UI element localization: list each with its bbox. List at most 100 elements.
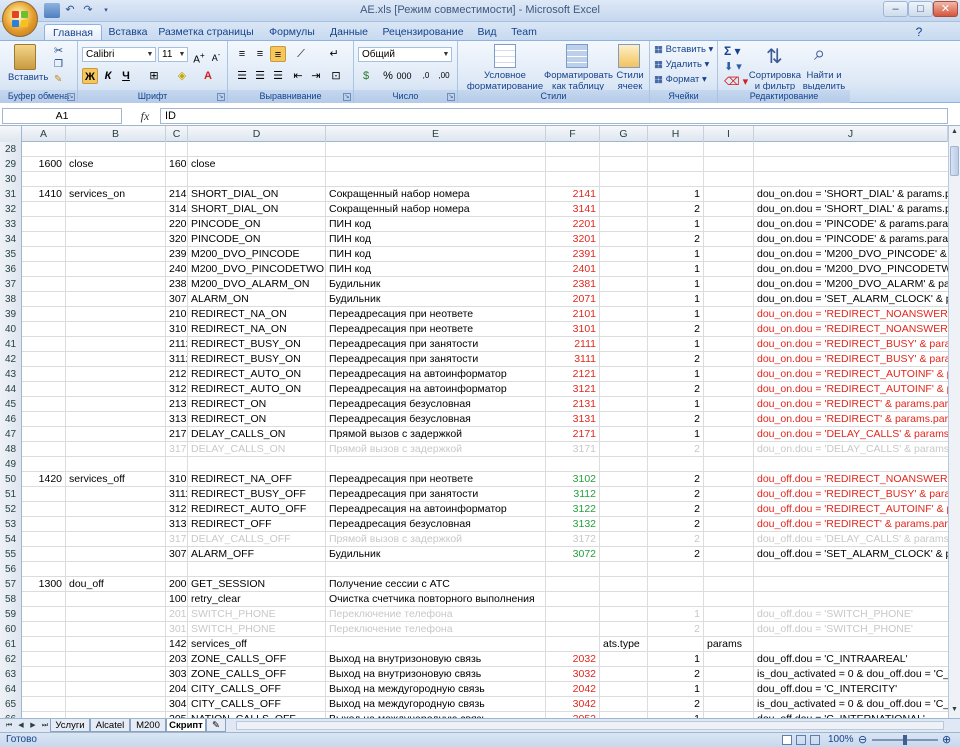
cell-h51[interactable]: 2 (648, 487, 704, 502)
cell-g28[interactable] (600, 142, 648, 157)
cell-a65[interactable] (22, 697, 66, 712)
cell-d61[interactable]: services_off (188, 637, 326, 652)
cell-h33[interactable]: 1 (648, 217, 704, 232)
cell-d64[interactable]: CITY_CALLS_OFF (188, 682, 326, 697)
cell-a36[interactable] (22, 262, 66, 277)
cell-f60[interactable] (546, 622, 600, 637)
cell-d60[interactable]: SWITCH_PHONE (188, 622, 326, 637)
cell-e38[interactable]: Будильник (326, 292, 546, 307)
cell-c59[interactable]: 2010 (166, 607, 188, 622)
cell-h50[interactable]: 2 (648, 472, 704, 487)
copy-icon[interactable]: ❐ (54, 59, 63, 70)
cell-i62[interactable] (704, 652, 754, 667)
cell-h53[interactable]: 2 (648, 517, 704, 532)
cell-j56[interactable] (754, 562, 948, 577)
tab-view[interactable]: Вид (470, 24, 504, 40)
cell-a45[interactable] (22, 397, 66, 412)
cell-c44[interactable]: 3122 (166, 382, 188, 397)
tab-review[interactable]: Рецензирование (376, 24, 470, 40)
cell-b50[interactable]: services_off (66, 472, 166, 487)
cell-d43[interactable]: REDIRECT_AUTO_ON (188, 367, 326, 382)
cell-e58[interactable]: Очистка счетчика повторного выполнения (326, 592, 546, 607)
column-header-b[interactable]: B (66, 126, 166, 142)
cell-j49[interactable] (754, 457, 948, 472)
cell-e41[interactable]: Переадресация при занятости (326, 337, 546, 352)
cell-e50[interactable]: Переадресация при неответе (326, 472, 546, 487)
cell-c28[interactable] (166, 142, 188, 157)
zoom-slider-thumb[interactable] (903, 735, 907, 745)
cell-f64[interactable]: 2042 (546, 682, 600, 697)
cell-g37[interactable] (600, 277, 648, 292)
cell-a53[interactable] (22, 517, 66, 532)
cell-c33[interactable]: 2202 (166, 217, 188, 232)
column-header-i[interactable]: I (704, 126, 754, 142)
cell-d31[interactable]: SHORT_DIAL_ON (188, 187, 326, 202)
cell-i64[interactable] (704, 682, 754, 697)
cell-e60[interactable]: Переключение телефона (326, 622, 546, 637)
cell-e30[interactable] (326, 172, 546, 187)
cell-f50[interactable]: 3102 (546, 472, 600, 487)
cell-a30[interactable] (22, 172, 66, 187)
cell-d45[interactable]: REDIRECT_ON (188, 397, 326, 412)
cell-j50[interactable]: dou_off.dou = 'REDIRECT_NOANSWER' & p (754, 472, 948, 487)
cell-f53[interactable]: 3132 (546, 517, 600, 532)
cell-j36[interactable]: dou_on.dou = 'M200_DVO_PINCODETWO' (754, 262, 948, 277)
cell-h38[interactable]: 1 (648, 292, 704, 307)
sheet-tab-uslugi[interactable]: Услуги (50, 719, 90, 732)
cell-i52[interactable] (704, 502, 754, 517)
cell-e46[interactable]: Переадресация безусловная (326, 412, 546, 427)
column-header-h[interactable]: H (648, 126, 704, 142)
cell-h36[interactable]: 1 (648, 262, 704, 277)
cell-c39[interactable]: 2102 (166, 307, 188, 322)
cell-a38[interactable] (22, 292, 66, 307)
cell-i34[interactable] (704, 232, 754, 247)
cell-j42[interactable]: dou_on.dou = 'REDIRECT_BUSY' & params.p (754, 352, 948, 367)
cell-c42[interactable]: 3112 (166, 352, 188, 367)
cell-f39[interactable]: 2101 (546, 307, 600, 322)
cell-e62[interactable]: Выход на внутризоновую связь (326, 652, 546, 667)
borders-icon[interactable]: ⊞ (146, 68, 162, 84)
column-header-d[interactable]: D (188, 126, 326, 142)
cell-f34[interactable]: 3201 (546, 232, 600, 247)
cell-g56[interactable] (600, 562, 648, 577)
cell-a40[interactable] (22, 322, 66, 337)
cell-f63[interactable]: 3032 (546, 667, 600, 682)
cell-b33[interactable] (66, 217, 166, 232)
cell-i44[interactable] (704, 382, 754, 397)
cell-c65[interactable]: 3041 (166, 697, 188, 712)
cell-d65[interactable]: CITY_CALLS_OFF (188, 697, 326, 712)
cell-i46[interactable] (704, 412, 754, 427)
cell-i45[interactable] (704, 397, 754, 412)
row-header[interactable]: 63 (0, 667, 22, 682)
cell-h37[interactable]: 1 (648, 277, 704, 292)
cell-c31[interactable]: 2142 (166, 187, 188, 202)
cell-j64[interactable]: dou_off.dou = 'C_INTERCITY' (754, 682, 948, 697)
cell-f55[interactable]: 3072 (546, 547, 600, 562)
cell-f40[interactable]: 3101 (546, 322, 600, 337)
cell-g48[interactable] (600, 442, 648, 457)
cell-c50[interactable]: 3101 (166, 472, 188, 487)
cell-g43[interactable] (600, 367, 648, 382)
cell-d44[interactable]: REDIRECT_AUTO_ON (188, 382, 326, 397)
cell-c29[interactable]: 1601 (166, 157, 188, 172)
cell-g42[interactable] (600, 352, 648, 367)
row-header[interactable]: 32 (0, 202, 22, 217)
formula-input[interactable]: ID (160, 108, 948, 124)
office-button[interactable] (2, 1, 38, 37)
cell-h58[interactable] (648, 592, 704, 607)
cell-h59[interactable]: 1 (648, 607, 704, 622)
cell-c54[interactable]: 3171 (166, 532, 188, 547)
cell-b46[interactable] (66, 412, 166, 427)
cell-b49[interactable] (66, 457, 166, 472)
percent-icon[interactable]: % (380, 68, 396, 84)
cell-j46[interactable]: dou_on.dou = 'REDIRECT' & params.param_ (754, 412, 948, 427)
cell-b60[interactable] (66, 622, 166, 637)
cell-h29[interactable] (648, 157, 704, 172)
cell-g52[interactable] (600, 502, 648, 517)
grow-font-icon[interactable]: A+ (191, 47, 207, 65)
cell-f46[interactable]: 3131 (546, 412, 600, 427)
cell-e39[interactable]: Переадресация при неответе (326, 307, 546, 322)
cell-c38[interactable]: 3072 (166, 292, 188, 307)
cell-d57[interactable]: GET_SESSION (188, 577, 326, 592)
row-header[interactable]: 35 (0, 247, 22, 262)
